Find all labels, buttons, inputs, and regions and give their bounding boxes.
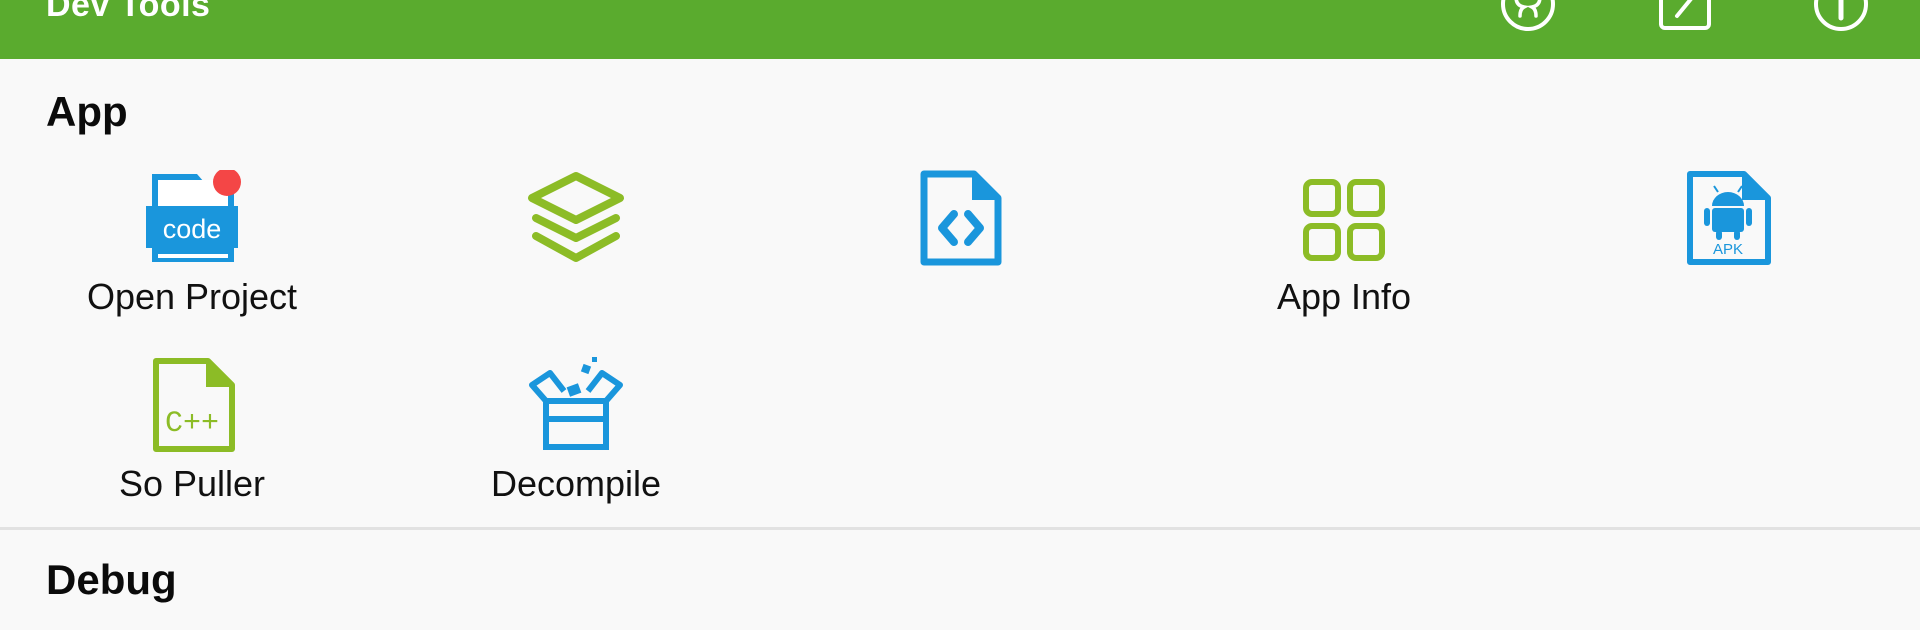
tool-open-project[interactable]: code Open Project xyxy=(42,168,342,340)
section-divider xyxy=(0,527,1920,530)
tool-label: App Info xyxy=(1276,276,1412,317)
cpp-file-icon: C++ xyxy=(142,357,242,457)
code-file-icon xyxy=(910,170,1010,270)
info-icon[interactable] xyxy=(1813,0,1869,32)
tool-label: Decompile xyxy=(490,463,662,504)
cpp-icon-text: C++ xyxy=(165,407,219,441)
edit-icon[interactable] xyxy=(1657,0,1713,32)
tool-decompile[interactable]: Decompile xyxy=(426,357,726,527)
code-icon-text: code xyxy=(163,214,222,244)
layers-icon xyxy=(526,170,626,270)
tool-label: So Puller xyxy=(118,463,266,504)
tool-apk[interactable]: APK xyxy=(1578,170,1878,340)
apk-file-icon: APK xyxy=(1678,170,1778,270)
code-folder-icon: code xyxy=(142,168,242,270)
tool-label: Open Project xyxy=(86,276,298,317)
github-icon[interactable] xyxy=(1500,0,1556,32)
tool-code-file[interactable] xyxy=(810,170,1110,340)
app-bar: Dev Tools xyxy=(0,0,1920,59)
section-title-app: App xyxy=(46,88,128,135)
app-bar-title: Dev Tools xyxy=(46,0,211,24)
apk-icon-text: APK xyxy=(1713,241,1743,258)
section-title-debug: Debug xyxy=(46,556,177,603)
open-box-icon xyxy=(526,357,626,457)
grid-icon xyxy=(1294,170,1394,270)
tool-app-info[interactable]: App Info xyxy=(1194,170,1494,340)
tool-so-puller[interactable]: C++ So Puller xyxy=(42,357,342,527)
tool-layers[interactable] xyxy=(426,170,726,340)
